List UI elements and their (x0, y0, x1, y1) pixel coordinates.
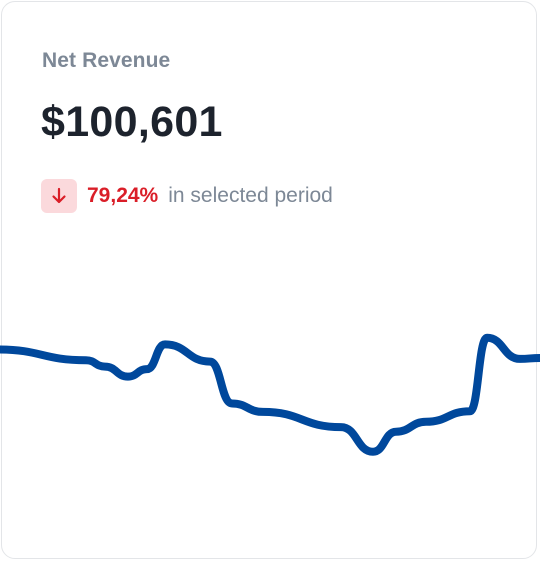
sparkline-series (0, 333, 540, 456)
revenue-sparkline (0, 333, 540, 456)
